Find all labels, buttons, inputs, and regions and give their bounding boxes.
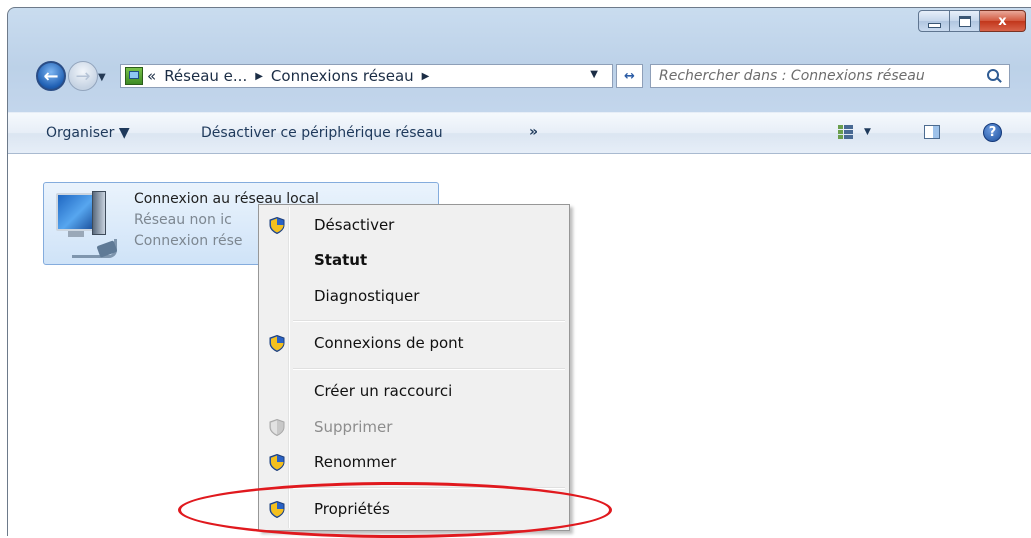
breadcrumb-reseau[interactable]: Réseau e...	[164, 67, 247, 85]
menu-item-label: Renommer	[314, 453, 397, 471]
views-icon	[838, 125, 854, 139]
menu-item-connexions-de-pont[interactable]: Connexions de pont	[259, 329, 569, 357]
caption-buttons: x	[918, 10, 1026, 32]
search-input[interactable]	[651, 67, 987, 85]
command-bar: Organiser ▼ Désactiver ce périphérique r…	[8, 112, 1031, 154]
uac-shield-icon	[269, 335, 285, 352]
preview-pane-icon[interactable]	[924, 125, 940, 139]
forward-arrow-icon: →	[75, 65, 91, 87]
recent-pages-dropdown[interactable]: ▼	[98, 72, 106, 83]
menu-item-creer-raccourci[interactable]: Créer un raccourci	[259, 377, 569, 405]
disable-device-button[interactable]: Désactiver ce périphérique réseau	[201, 125, 443, 141]
menu-item-desactiver[interactable]: Désactiver	[259, 211, 569, 239]
forward-button[interactable]: →	[68, 61, 98, 91]
menu-item-renommer[interactable]: Renommer	[259, 448, 569, 476]
menu-separator	[293, 320, 565, 322]
back-arrow-icon: ←	[43, 65, 59, 87]
minimize-button[interactable]	[918, 10, 950, 32]
network-adapter-icon	[52, 191, 120, 261]
uac-shield-icon	[269, 454, 285, 471]
refresh-button[interactable]: ↔	[616, 64, 643, 88]
breadcrumb-overflow[interactable]: «	[147, 67, 156, 85]
network-folder-icon	[125, 67, 143, 85]
menu-item-label: Connexions de pont	[314, 334, 464, 352]
maximize-button[interactable]	[950, 10, 980, 32]
menu-separator	[293, 368, 565, 370]
breadcrumb-separator-icon[interactable]: ▶	[422, 71, 430, 82]
menu-item-label: Créer un raccourci	[314, 382, 453, 400]
change-view-button[interactable]: ▼	[838, 125, 871, 139]
search-box[interactable]	[650, 64, 1010, 88]
menu-item-supprimer: Supprimer	[259, 413, 569, 441]
menu-item-statut[interactable]: Statut	[259, 246, 569, 274]
help-label: ?	[988, 125, 997, 140]
help-icon[interactable]: ?	[983, 123, 1002, 142]
refresh-icon: ↔	[624, 68, 635, 84]
chevron-down-icon[interactable]: ▼	[864, 127, 871, 137]
menu-item-label: Statut	[314, 251, 368, 269]
address-bar[interactable]: « Réseau e... ▶ Connexions réseau ▶ ▼	[120, 64, 613, 88]
search-icon[interactable]	[987, 69, 1001, 83]
menu-item-diagnostiquer[interactable]: Diagnostiquer	[259, 282, 569, 310]
minimize-icon	[927, 22, 941, 28]
back-button[interactable]: ←	[36, 61, 66, 91]
close-button[interactable]: x	[980, 10, 1026, 32]
menu-item-label: Diagnostiquer	[314, 287, 420, 305]
menu-item-label: Désactiver	[314, 216, 395, 234]
breadcrumb-separator-icon[interactable]: ▶	[255, 71, 263, 82]
organiser-button[interactable]: Organiser ▼	[46, 125, 130, 141]
close-icon: x	[998, 13, 1007, 29]
maximize-icon	[958, 15, 971, 27]
address-row: ← → ▼ « Réseau e... ▶ Connexions réseau …	[8, 58, 1031, 98]
highlight-annotation-oval	[178, 482, 612, 538]
more-commands-button[interactable]: »	[529, 124, 538, 140]
uac-shield-icon	[269, 217, 285, 234]
uac-shield-disabled-icon	[269, 419, 285, 436]
address-dropdown-icon[interactable]: ▼	[590, 69, 598, 80]
menu-item-label: Supprimer	[314, 418, 393, 436]
breadcrumb-connexions[interactable]: Connexions réseau	[271, 67, 414, 85]
